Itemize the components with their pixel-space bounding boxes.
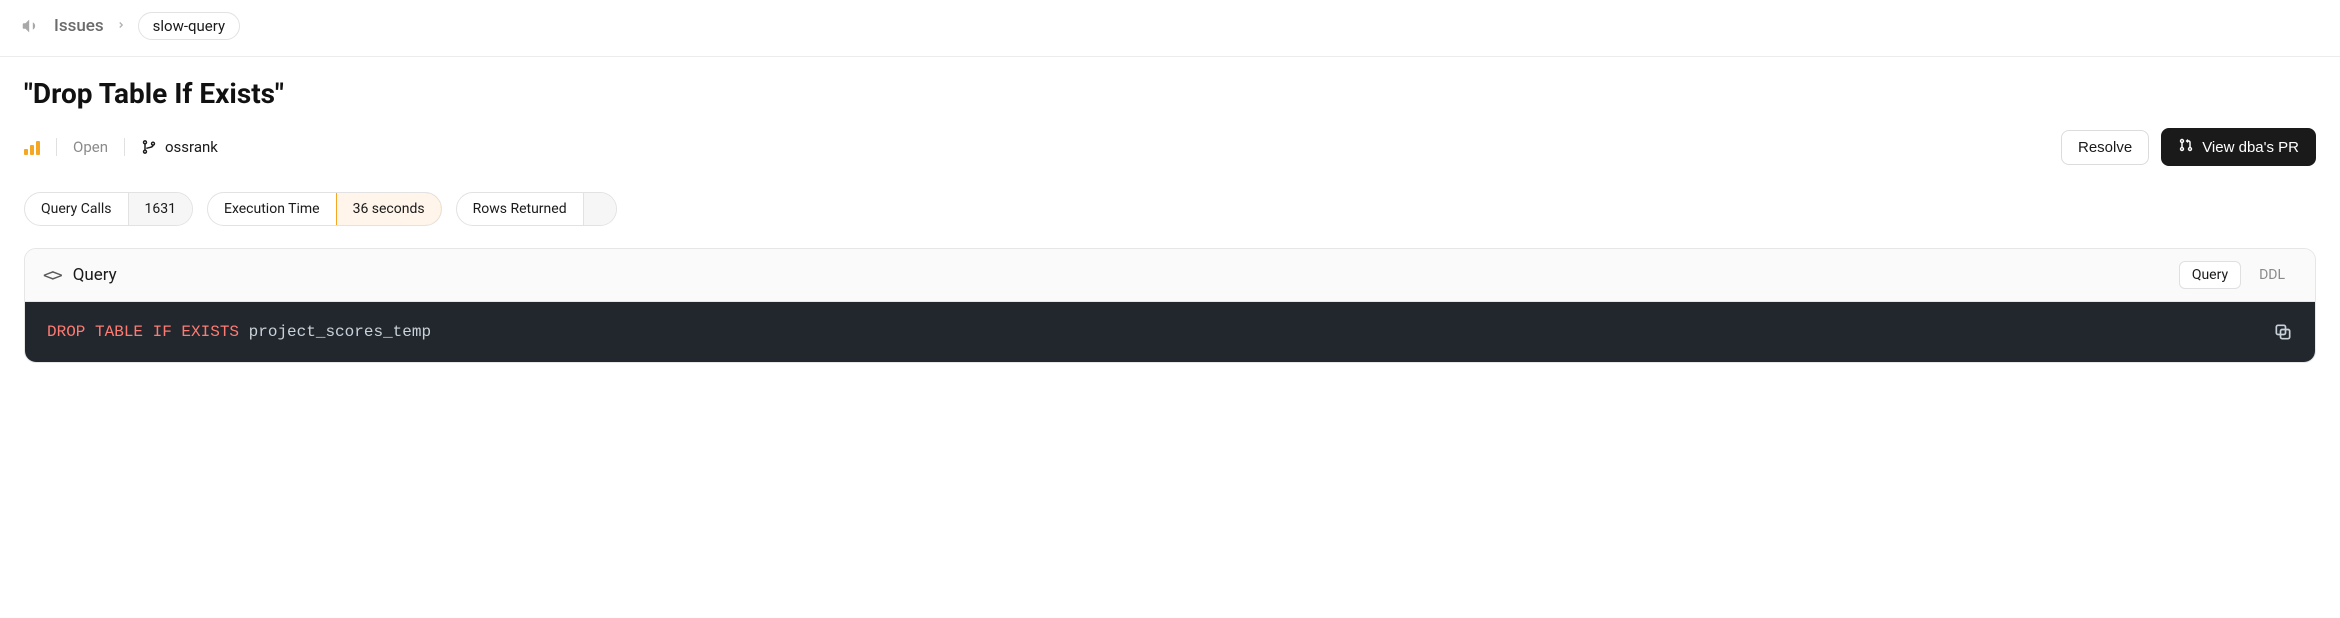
sql-keyword: DROP TABLE IF EXISTS (47, 323, 239, 341)
stat-label: Execution Time (208, 193, 336, 225)
stat-label: Query Calls (25, 193, 128, 225)
page-title: "Drop Table If Exists" (24, 77, 2316, 110)
query-panel-title: Query (73, 265, 117, 285)
signal-bars-icon (24, 139, 40, 155)
query-tabs: Query DDL (2179, 261, 2297, 289)
tab-query[interactable]: Query (2179, 261, 2241, 289)
stat-value (583, 193, 616, 225)
chevron-right-icon (116, 18, 126, 34)
sql-identifier: project_scores_temp (249, 323, 431, 341)
issues-link[interactable]: Issues (54, 16, 104, 36)
resolve-button[interactable]: Resolve (2061, 130, 2149, 165)
main-content: "Drop Table If Exists" Open ossrank Reso… (0, 57, 2340, 383)
query-panel-header: <> Query Query DDL (25, 249, 2315, 302)
sql-code-block: DROP TABLE IF EXISTS project_scores_temp (25, 302, 2315, 362)
divider (56, 138, 57, 156)
tab-ddl[interactable]: DDL (2247, 262, 2297, 288)
view-pr-label: View dba's PR (2202, 139, 2299, 156)
megaphone-icon (20, 15, 42, 37)
view-pr-button[interactable]: View dba's PR (2161, 128, 2316, 166)
stat-query-calls[interactable]: Query Calls 1631 (24, 192, 193, 226)
status-badge: Open (73, 138, 108, 156)
sql-content: DROP TABLE IF EXISTS project_scores_temp (47, 323, 431, 341)
stat-execution-time[interactable]: Execution Time 36 seconds (207, 192, 442, 226)
copy-button[interactable] (2273, 322, 2293, 342)
query-panel: <> Query Query DDL DROP TABLE IF EXISTS … (24, 248, 2316, 363)
breadcrumb-tag[interactable]: slow-query (138, 12, 240, 40)
stats-row: Query Calls 1631 Execution Time 36 secon… (24, 192, 2316, 226)
divider (124, 138, 125, 156)
code-icon: <> (43, 265, 61, 286)
query-header-left: <> Query (43, 265, 117, 286)
git-branch-icon (141, 139, 157, 155)
stat-rows-returned[interactable]: Rows Returned (456, 192, 617, 226)
pull-request-icon (2178, 137, 2194, 157)
repo-group[interactable]: ossrank (141, 138, 218, 156)
meta-right: Resolve View dba's PR (2061, 128, 2316, 166)
meta-left: Open ossrank (24, 138, 218, 156)
breadcrumb-bar: Issues slow-query (0, 0, 2340, 57)
stat-value: 1631 (128, 193, 192, 225)
stat-label: Rows Returned (457, 193, 583, 225)
stat-value: 36 seconds (336, 192, 442, 226)
meta-row: Open ossrank Resolve View dba's PR (24, 128, 2316, 166)
repo-name: ossrank (165, 138, 218, 156)
